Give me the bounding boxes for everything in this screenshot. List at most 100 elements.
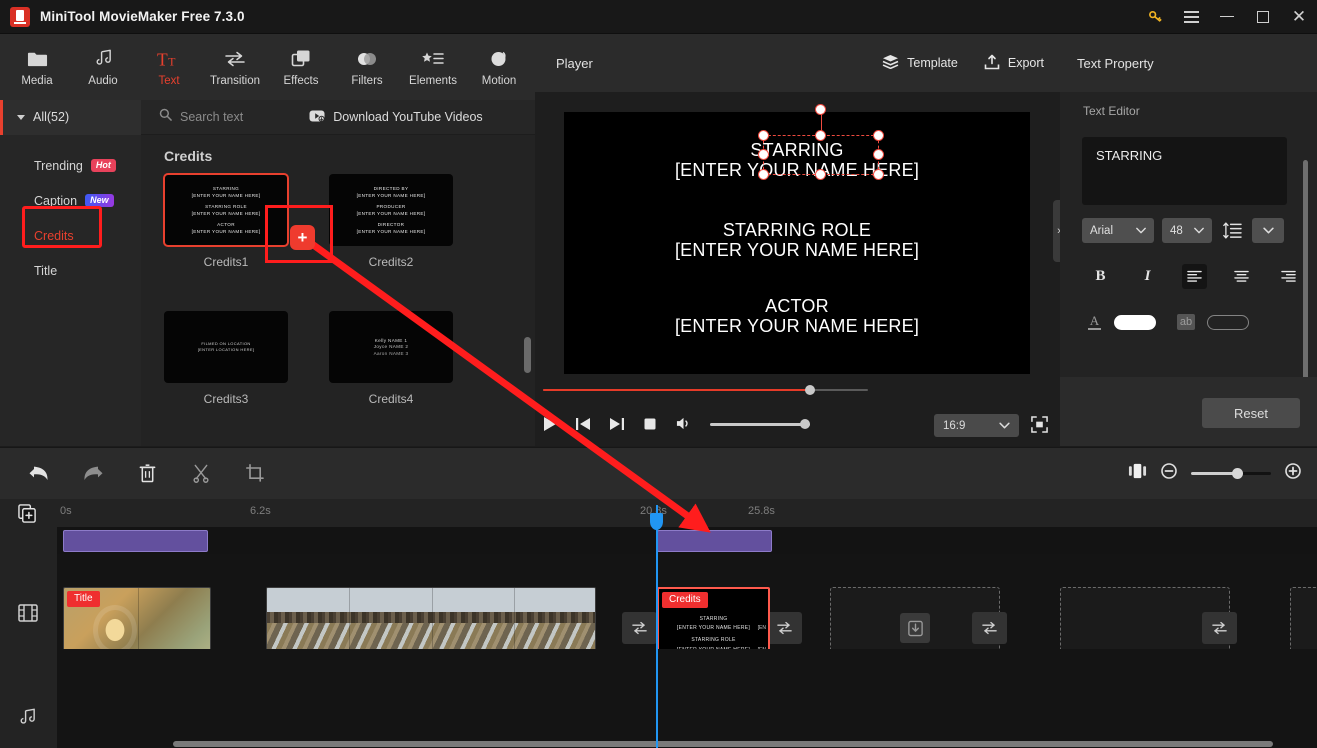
nav-effects[interactable]: Effects — [268, 36, 334, 98]
text-selection-box[interactable] — [758, 104, 884, 180]
title-track-row[interactable] — [57, 527, 1317, 554]
nav-audio[interactable]: Audio — [70, 36, 136, 98]
search-input[interactable]: Search text — [159, 108, 243, 126]
progress-knob[interactable] — [804, 385, 815, 395]
playhead-handle[interactable] — [650, 513, 663, 530]
key-icon[interactable] — [1137, 0, 1173, 34]
transition-slot[interactable] — [767, 612, 802, 644]
font-color-icon[interactable]: A — [1088, 314, 1101, 330]
resize-handle-bl[interactable] — [758, 169, 769, 180]
nav-text[interactable]: T T Text — [136, 36, 202, 98]
title-clip[interactable] — [63, 530, 208, 552]
template-card[interactable]: DIRECTED BY [ENTER YOUR NAME HERE] PRODU… — [329, 174, 453, 269]
nav-elements[interactable]: Elements — [400, 36, 466, 98]
resize-handle-tl[interactable] — [758, 130, 769, 141]
align-right-button[interactable] — [1276, 264, 1301, 289]
template-button[interactable]: Template — [882, 54, 958, 72]
previous-frame-icon[interactable] — [575, 417, 591, 436]
zoom-in-icon[interactable] — [1285, 463, 1301, 484]
import-media-icon[interactable] — [900, 613, 930, 643]
crop-button[interactable] — [228, 448, 282, 500]
nav-media[interactable]: Media — [4, 36, 70, 98]
nav-motion[interactable]: Motion — [466, 36, 532, 98]
download-youtube-videos-button[interactable]: Download YouTube Videos — [309, 110, 483, 125]
category-trending[interactable]: Trending Hot — [0, 148, 141, 183]
stop-icon[interactable] — [643, 417, 657, 436]
font-family-value: Arial — [1090, 224, 1114, 237]
transition-slot[interactable] — [1202, 612, 1237, 644]
fullscreen-icon[interactable] — [1031, 416, 1048, 438]
minimize-icon[interactable] — [1209, 0, 1245, 34]
resize-handle-tr[interactable] — [873, 130, 884, 141]
rotate-handle[interactable] — [815, 104, 826, 115]
text-editor-input[interactable]: STARRING — [1082, 137, 1287, 205]
text-color-swatch[interactable] — [1114, 314, 1156, 330]
resize-handle-mr[interactable] — [873, 149, 884, 160]
line-height-icon[interactable] — [1220, 222, 1244, 239]
player-progress-slider[interactable] — [543, 385, 868, 395]
playhead-line[interactable] — [656, 505, 658, 748]
volume-slider[interactable] — [710, 423, 810, 426]
highlight-color-icon[interactable]: ab — [1177, 314, 1195, 330]
delete-button[interactable] — [120, 448, 174, 500]
highlight-color-swatch[interactable] — [1207, 314, 1249, 330]
category-title[interactable]: Title — [0, 253, 141, 288]
maximize-icon[interactable] — [1245, 0, 1281, 34]
italic-button[interactable]: I — [1135, 264, 1160, 289]
bold-button[interactable]: B — [1088, 264, 1113, 289]
template-thumbnail[interactable]: Kelly NAME 1 Joyce NAME 2 Aaron NAME 3 — [329, 311, 453, 383]
player-canvas[interactable]: STARRING [ENTER YOUR NAME HERE] STARRING… — [564, 104, 1030, 374]
category-caption[interactable]: Caption New — [0, 183, 141, 218]
template-thumbnail[interactable]: FILMED ON LOCATION [ENTER LOCATION HERE] — [164, 311, 288, 383]
reset-button[interactable]: Reset — [1202, 398, 1300, 428]
template-thumbnail[interactable]: DIRECTED BY [ENTER YOUR NAME HERE] PRODU… — [329, 174, 453, 246]
more-text-options-dropdown[interactable] — [1252, 218, 1284, 243]
stage-text-block-3-line-2: [ENTER YOUR NAME HERE] — [674, 316, 920, 336]
align-left-button[interactable] — [1182, 264, 1207, 289]
nav-transition[interactable]: Transition — [202, 36, 268, 98]
aspect-ratio-dropdown[interactable]: 16:9 — [934, 414, 1019, 437]
redo-button[interactable] — [66, 448, 120, 500]
zoom-out-icon[interactable] — [1161, 463, 1177, 484]
nav-text-label: Text — [158, 74, 180, 87]
transition-slot[interactable] — [622, 612, 657, 644]
split-view-icon[interactable] — [1128, 463, 1147, 484]
export-button[interactable]: Export — [984, 54, 1044, 73]
timeline-horizontal-scrollbar[interactable] — [173, 741, 1273, 747]
category-credits[interactable]: Credits — [0, 218, 141, 253]
hamburger-menu-icon[interactable] — [1173, 0, 1209, 34]
all-categories-dropdown[interactable]: All(52) — [0, 99, 141, 135]
nav-filters[interactable]: Filters — [334, 36, 400, 98]
resize-handle-ml[interactable] — [758, 149, 769, 160]
font-family-dropdown[interactable]: Arial — [1082, 218, 1154, 243]
template-card[interactable]: Kelly NAME 1 Joyce NAME 2 Aaron NAME 3 C… — [329, 311, 453, 406]
resize-handle-bc[interactable] — [815, 169, 826, 180]
resize-handle-tc[interactable] — [815, 130, 826, 141]
split-button[interactable] — [174, 448, 228, 500]
italic-glyph: I — [1144, 268, 1151, 284]
close-icon[interactable]: ✕ — [1281, 0, 1317, 34]
template-scrollbar[interactable] — [524, 337, 531, 373]
audio-track-row[interactable] — [57, 649, 1317, 748]
play-icon[interactable] — [543, 416, 557, 437]
undo-button[interactable] — [12, 448, 66, 500]
font-size-dropdown[interactable]: 48 — [1162, 218, 1212, 243]
volume-knob[interactable] — [800, 419, 810, 429]
video-track-row[interactable]: Title Credits STARRING [ENTER YOUR NAME … — [57, 554, 1317, 669]
plus-glyph: + — [297, 227, 308, 247]
timeline-zoom-slider[interactable] — [1191, 468, 1271, 479]
volume-icon[interactable] — [675, 416, 692, 436]
transition-slot[interactable] — [972, 612, 1007, 644]
title-clip[interactable] — [657, 530, 772, 552]
add-media-icon[interactable] — [18, 504, 37, 528]
category-title-label: Title — [34, 263, 58, 278]
trash-icon — [139, 464, 155, 483]
zoom-knob[interactable] — [1232, 468, 1244, 479]
download-youtube-label: Download YouTube Videos — [333, 110, 483, 124]
next-frame-icon[interactable] — [609, 417, 625, 436]
align-center-button[interactable] — [1229, 264, 1254, 289]
template-card[interactable]: FILMED ON LOCATION [ENTER LOCATION HERE]… — [164, 311, 288, 406]
resize-handle-br[interactable] — [873, 169, 884, 180]
category-credits-label: Credits — [34, 228, 74, 243]
template-browser: Credits STARRING [ENTER YOUR NAME HERE] … — [141, 135, 535, 446]
